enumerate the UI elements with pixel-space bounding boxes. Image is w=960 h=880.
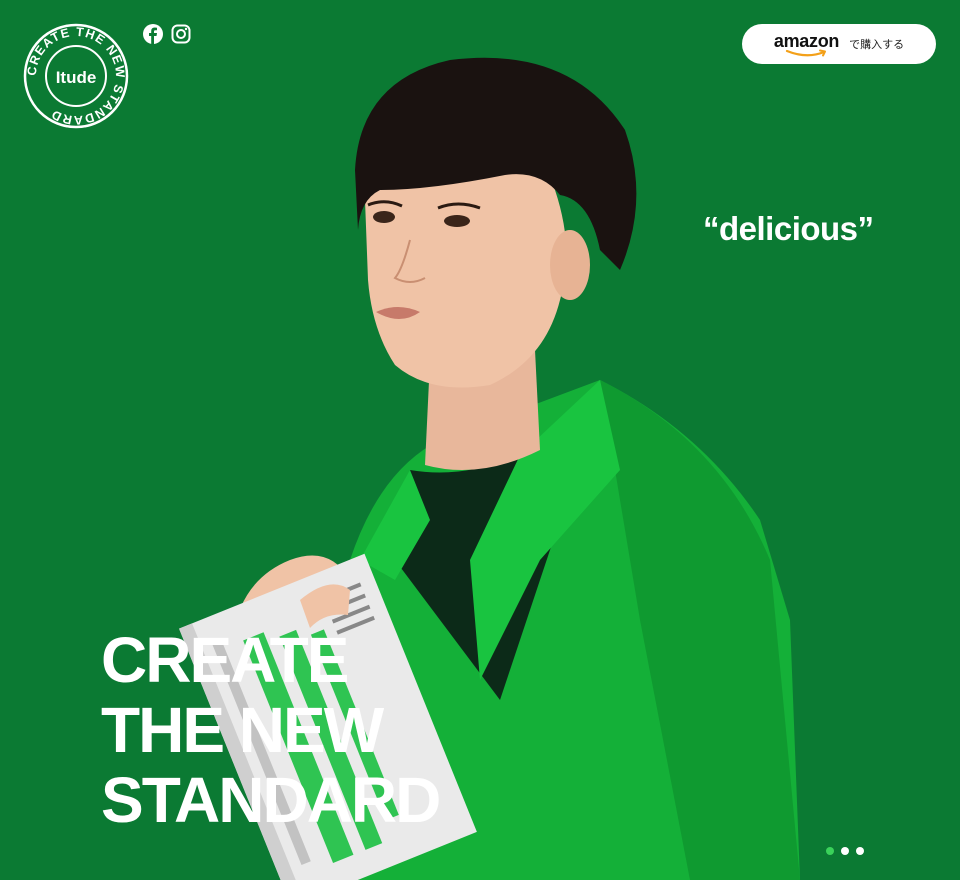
slider-dot-3[interactable] <box>856 847 864 855</box>
slider-dot-2[interactable] <box>841 847 849 855</box>
hero-headline: CREATE THE NEW STANDARD <box>101 624 441 836</box>
hero-quote: “delicious” <box>703 210 874 247</box>
slider-pagination <box>826 847 864 855</box>
headline-line-3: STANDARD <box>101 764 441 836</box>
instagram-icon[interactable] <box>171 24 191 44</box>
social-links <box>143 24 191 44</box>
amazon-buy-button[interactable]: amazon で購入する <box>742 24 936 64</box>
facebook-icon[interactable] <box>143 24 163 44</box>
brand-seal-logo[interactable]: CREATE THE NEW STANDARD Itude <box>22 22 130 130</box>
slider-dot-1[interactable] <box>826 847 834 855</box>
headline-line-1: CREATE <box>101 624 349 696</box>
amazon-logo-text: amazon <box>773 30 840 51</box>
logo-text: Itude <box>56 68 97 87</box>
amazon-logo: amazon <box>774 32 839 57</box>
headline-line-2: THE NEW <box>101 694 384 766</box>
amazon-buy-label: で購入する <box>849 38 905 51</box>
amazon-smile-icon <box>785 49 826 56</box>
hero-section: CREATE THE NEW STANDARD Itude amazon で購入… <box>0 0 960 880</box>
